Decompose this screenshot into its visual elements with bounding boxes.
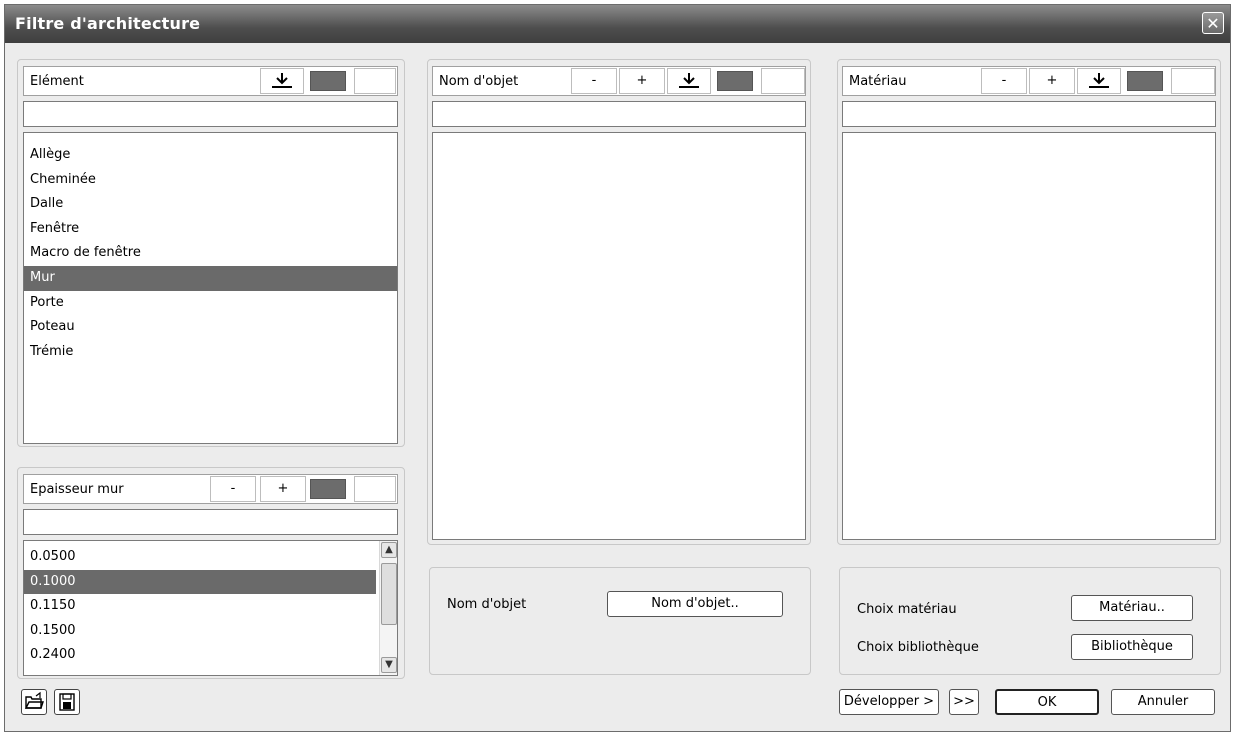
element-list-item[interactable]: Cheminée <box>24 168 397 193</box>
open-folder-icon[interactable] <box>21 689 47 715</box>
element-filter-input[interactable] <box>23 101 398 127</box>
material-import-button[interactable] <box>1077 68 1121 94</box>
library-button[interactable]: Bibliothèque <box>1071 634 1193 660</box>
element-list-item[interactable]: Macro de fenêtre <box>24 241 397 266</box>
object-import-button[interactable] <box>667 68 711 94</box>
scroll-thumb[interactable] <box>381 563 397 625</box>
develop-button[interactable]: Développer > <box>839 689 939 715</box>
material-filter-input[interactable] <box>842 101 1216 127</box>
thickness-minus-button[interactable]: - <box>210 476 256 502</box>
material-blank-button[interactable] <box>1171 68 1215 94</box>
material-plus-button[interactable]: + <box>1029 68 1075 94</box>
thickness-blank-button[interactable] <box>354 476 396 502</box>
element-list-item[interactable]: Porte <box>24 291 397 316</box>
expand-button[interactable]: >> <box>949 689 979 715</box>
object-blank-button[interactable] <box>761 68 805 94</box>
object-filter-input[interactable] <box>432 101 806 127</box>
save-disk-icon[interactable] <box>54 689 80 715</box>
floppy-icon <box>59 693 75 711</box>
thickness-listbox: 0.0500 0.1000 0.1150 0.1500 0.2400 ▲ ▼ <box>23 540 398 676</box>
element-list-item[interactable]: Mur <box>24 265 397 291</box>
thickness-list-item[interactable]: 0.1150 <box>24 594 376 619</box>
object-header-label: Nom d'objet <box>439 74 519 89</box>
thickness-filter-input[interactable] <box>23 509 398 535</box>
material-button[interactable]: Matériau.. <box>1071 595 1193 621</box>
download-icon <box>1089 73 1109 88</box>
object-color-swatch[interactable] <box>717 71 753 91</box>
folder-icon <box>24 691 44 709</box>
thickness-list-item[interactable]: 0.1000 <box>24 569 376 595</box>
object-header: Nom d'objet - + <box>432 66 806 96</box>
download-icon <box>272 73 292 88</box>
title-bar[interactable]: Filtre d'architecture ✕ <box>5 5 1230 43</box>
element-list-item[interactable]: Dalle <box>24 192 397 217</box>
thickness-color-swatch[interactable] <box>310 479 346 499</box>
material-color-swatch[interactable] <box>1127 71 1163 91</box>
dialog-window: Filtre d'architecture ✕ Elément Allège Ch… <box>4 4 1231 732</box>
choose-library-label: Choix bibliothèque <box>857 640 979 655</box>
scroll-up-icon[interactable]: ▲ <box>381 542 397 558</box>
thickness-header: Epaisseur mur - + <box>23 474 398 504</box>
cancel-button[interactable]: Annuler <box>1111 689 1215 715</box>
element-header: Elément <box>23 66 398 96</box>
object-name-button[interactable]: Nom d'objet.. <box>607 591 783 617</box>
element-list-item[interactable]: Fenêtre <box>24 217 397 242</box>
thickness-plus-button[interactable]: + <box>260 476 306 502</box>
choose-material-label: Choix matériau <box>857 602 957 617</box>
element-color-swatch[interactable] <box>310 71 346 91</box>
thickness-list[interactable]: 0.0500 0.1000 0.1150 0.1500 0.2400 <box>24 545 376 668</box>
element-import-button[interactable] <box>260 68 304 94</box>
window-title: Filtre d'architecture <box>15 14 201 33</box>
element-header-label: Elément <box>30 74 84 89</box>
thickness-header-label: Epaisseur mur <box>30 482 124 497</box>
material-header-label: Matériau <box>849 74 907 89</box>
material-minus-button[interactable]: - <box>981 68 1027 94</box>
object-group <box>429 567 811 675</box>
element-blank-button[interactable] <box>354 68 396 94</box>
close-icon[interactable]: ✕ <box>1202 12 1224 34</box>
object-plus-button[interactable]: + <box>619 68 665 94</box>
download-icon <box>679 73 699 88</box>
material-list[interactable] <box>842 132 1216 540</box>
thickness-list-item[interactable]: 0.2400 <box>24 643 376 668</box>
material-header: Matériau - + <box>842 66 1216 96</box>
element-list-item[interactable]: Poteau <box>24 315 397 340</box>
scroll-down-icon[interactable]: ▼ <box>381 657 397 673</box>
object-list[interactable] <box>432 132 806 540</box>
element-list-item[interactable]: Trémie <box>24 340 397 365</box>
thickness-list-item[interactable]: 0.1500 <box>24 619 376 644</box>
element-list[interactable]: Allège Cheminée Dalle Fenêtre Macro de fenêt… <box>23 132 398 444</box>
element-list-item[interactable]: Allège <box>24 143 397 168</box>
object-minus-button[interactable]: - <box>571 68 617 94</box>
thickness-list-item[interactable]: 0.0500 <box>24 545 376 570</box>
thickness-scrollbar[interactable]: ▲ ▼ <box>379 541 397 675</box>
ok-button[interactable]: OK <box>995 689 1099 715</box>
object-group-label: Nom d'objet <box>447 597 527 612</box>
